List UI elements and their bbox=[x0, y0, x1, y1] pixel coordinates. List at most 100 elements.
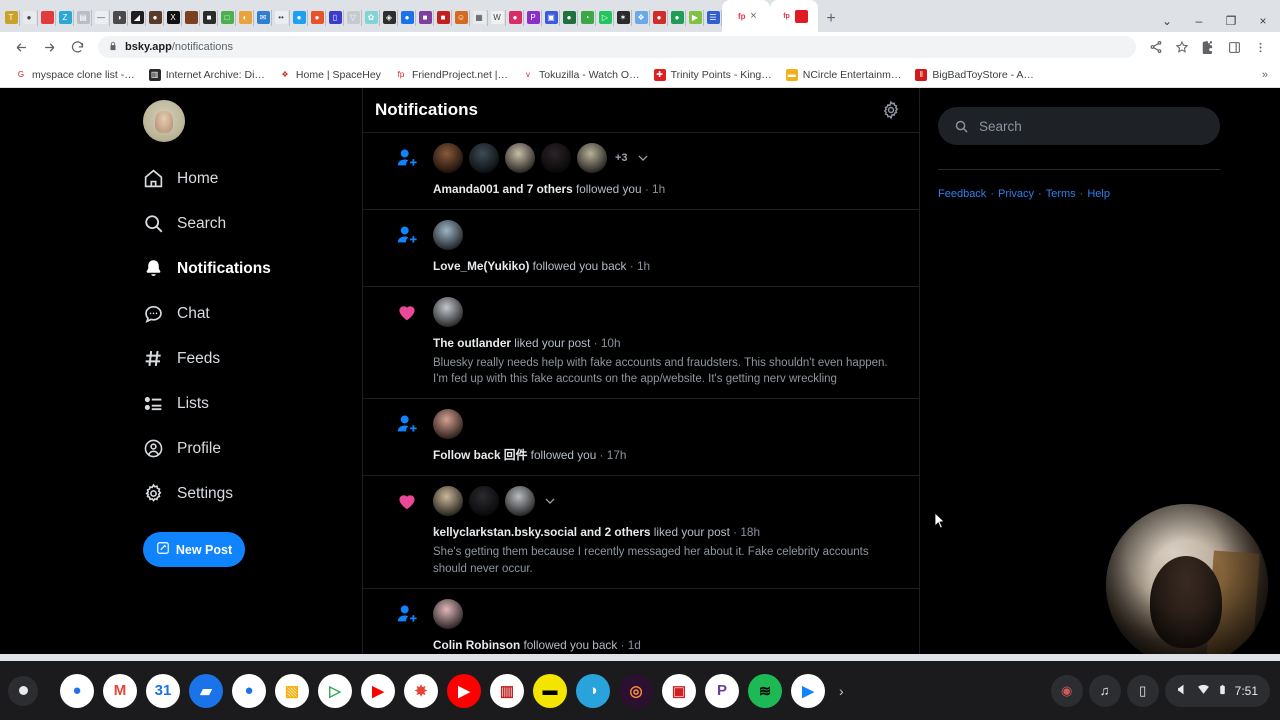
browser-tab-3[interactable] bbox=[38, 2, 56, 32]
minimize-button[interactable]: – bbox=[1184, 14, 1214, 28]
profile-avatar[interactable] bbox=[143, 100, 185, 142]
bookmark-myspace-clone-list[interactable]: Gmyspace clone list -… bbox=[8, 64, 142, 86]
new-tab-button[interactable]: + bbox=[818, 10, 844, 32]
footer-link-feedback[interactable]: Feedback bbox=[938, 188, 986, 200]
actor-name[interactable]: Colin Robinson bbox=[433, 638, 520, 652]
browser-tab-17[interactable]: ● bbox=[290, 2, 308, 32]
share-icon[interactable] bbox=[1144, 35, 1168, 59]
footer-link-help[interactable]: Help bbox=[1087, 188, 1110, 200]
shelf-app-chrome[interactable]: ● bbox=[60, 673, 94, 708]
notification-row[interactable]: kellyclarkstan.bsky.social and 2 others … bbox=[363, 476, 919, 589]
browser-tab-34[interactable]: ▷ bbox=[596, 2, 614, 32]
back-arrow-icon[interactable] bbox=[8, 34, 34, 60]
bookmark-bigbadtoystore[interactable]: ‖ BigBadToyStore - A… bbox=[908, 64, 1041, 86]
shelf-app-photos[interactable]: ✸ bbox=[404, 673, 438, 708]
side-panel-icon[interactable] bbox=[1222, 35, 1246, 59]
puzzle-piece-icon[interactable] bbox=[1196, 35, 1220, 59]
browser-tab-16[interactable]: •• bbox=[272, 2, 290, 32]
actor-name[interactable]: The outlander bbox=[433, 336, 511, 350]
browser-tab-37[interactable]: ● bbox=[650, 2, 668, 32]
chevron-down-icon[interactable] bbox=[543, 494, 557, 508]
bookmark-trinity-points[interactable]: ✚ Trinity Points - King… bbox=[647, 64, 779, 86]
browser-tab-40[interactable]: ☰ bbox=[704, 2, 722, 32]
browser-tab-13[interactable]: □ bbox=[218, 2, 236, 32]
maximize-button[interactable]: ❐ bbox=[1216, 14, 1246, 28]
screen-record-icon[interactable]: ◉ bbox=[1050, 674, 1083, 707]
shelf-app-spotify[interactable]: ≋ bbox=[748, 673, 782, 708]
media-controls-icon[interactable]: ♫ bbox=[1088, 674, 1121, 707]
chevron-down-icon[interactable] bbox=[636, 151, 650, 165]
shelf-app-bluesky[interactable]: ▶ bbox=[791, 673, 825, 708]
shelf-app-play-store[interactable]: ▷ bbox=[318, 673, 352, 708]
launcher-circle-icon[interactable] bbox=[8, 675, 38, 706]
sidebar-item-lists[interactable]: Lists bbox=[143, 381, 362, 426]
notification-row[interactable]: The outlander liked your post · 10h Blues… bbox=[363, 287, 919, 400]
shelf-app-calendar[interactable]: 31 bbox=[146, 673, 180, 708]
reload-icon[interactable] bbox=[64, 34, 90, 60]
browser-tab-7[interactable]: ◑ bbox=[110, 2, 128, 32]
shelf-app-radio[interactable]: ▣ bbox=[662, 673, 696, 708]
avatar[interactable] bbox=[505, 486, 535, 517]
browser-tab-4[interactable]: Z bbox=[56, 2, 74, 32]
star-icon[interactable] bbox=[1170, 35, 1194, 59]
actor-name[interactable]: Follow back 回件 bbox=[433, 448, 527, 462]
sidebar-item-feeds[interactable]: Feeds bbox=[143, 336, 362, 381]
avatar[interactable] bbox=[469, 486, 499, 517]
browser-tab-6[interactable]: — bbox=[92, 2, 110, 32]
new-post-button[interactable]: New Post bbox=[143, 532, 245, 567]
sidebar-item-notifications[interactable]: Notifications bbox=[143, 246, 362, 291]
sidebar-item-home[interactable]: Home bbox=[143, 156, 362, 201]
shelf-app-gmail[interactable]: M bbox=[103, 673, 137, 708]
sidebar-item-chat[interactable]: Chat bbox=[143, 291, 362, 336]
bookmark-ncircle[interactable]: ▬ NCircle Entertainm… bbox=[779, 64, 909, 86]
avatar[interactable] bbox=[505, 143, 535, 173]
bookmark-internet-archive[interactable]: ▥ Internet Archive: Di… bbox=[142, 64, 272, 86]
shelf-app-comics[interactable]: ▥ bbox=[490, 673, 524, 708]
browser-tab-18[interactable]: ● bbox=[308, 2, 326, 32]
avatar[interactable] bbox=[541, 143, 571, 173]
browser-tab-12[interactable]: ■ bbox=[200, 2, 218, 32]
shelf-app-browser-alt[interactable]: ◑ bbox=[576, 673, 610, 708]
bookmark-spacehey[interactable]: ❖ Home | SpaceHey bbox=[272, 64, 388, 86]
tab-search-icon[interactable]: ⌄ bbox=[1152, 14, 1182, 28]
browser-tab-33[interactable]: ◔ bbox=[578, 2, 596, 32]
browser-tab-21[interactable]: ✿ bbox=[362, 2, 380, 32]
browser-tab-36[interactable]: ❖ bbox=[632, 2, 650, 32]
footer-link-privacy[interactable]: Privacy bbox=[998, 188, 1034, 200]
shelf-app-slides[interactable]: ▧ bbox=[275, 673, 309, 708]
shelf-app-batman[interactable]: ▬ bbox=[533, 673, 567, 708]
search-input[interactable]: Search bbox=[938, 107, 1220, 145]
shelf-app-youtube[interactable]: ▶ bbox=[361, 673, 395, 708]
sidebar-item-profile[interactable]: Profile bbox=[143, 426, 362, 471]
avatar[interactable] bbox=[433, 486, 463, 517]
avatar[interactable] bbox=[433, 219, 463, 250]
shelf-app-youtube-music[interactable]: ▶ bbox=[447, 673, 481, 708]
address-bar[interactable]: bsky.app/notifications bbox=[98, 36, 1136, 58]
browser-tab-23[interactable]: ● bbox=[398, 2, 416, 32]
shelf-app-podcast[interactable]: ◎ bbox=[619, 673, 653, 708]
avatar[interactable] bbox=[433, 598, 463, 629]
browser-tab-15[interactable]: ✉ bbox=[254, 2, 272, 32]
notification-settings-gear-icon[interactable] bbox=[881, 100, 901, 120]
notification-row[interactable]: Love_Me(Yukiko) followed you back · 1h bbox=[363, 210, 919, 287]
browser-tab-20[interactable]: ▽ bbox=[344, 2, 362, 32]
avatar[interactable] bbox=[433, 409, 463, 440]
browser-tab-14[interactable]: ◐ bbox=[236, 2, 254, 32]
browser-tab-22[interactable]: ◈ bbox=[380, 2, 398, 32]
actor-name[interactable]: kellyclarkstan.bsky.social bbox=[433, 525, 577, 539]
browser-tab-24[interactable]: ■ bbox=[416, 2, 434, 32]
notification-row[interactable]: Follow back 回件 followed you · 17h bbox=[363, 399, 919, 477]
browser-tab-29[interactable]: ● bbox=[506, 2, 524, 32]
three-dot-menu-icon[interactable] bbox=[1248, 35, 1272, 59]
bookmark-friendproject[interactable]: fp FriendProject.net |… bbox=[388, 64, 515, 86]
browser-tab-8[interactable]: ◢ bbox=[128, 2, 146, 32]
shelf-expand-chevron-icon[interactable]: › bbox=[839, 683, 844, 699]
browser-tab-28[interactable]: W bbox=[488, 2, 506, 32]
bookmarks-overflow-icon[interactable]: » bbox=[1262, 69, 1272, 81]
avatar[interactable] bbox=[577, 143, 607, 173]
shelf-app-pandora[interactable]: P bbox=[705, 673, 739, 708]
browser-tab-10[interactable]: X bbox=[164, 2, 182, 32]
actor-name[interactable]: Love_Me(Yukiko) bbox=[433, 259, 529, 273]
browser-tab-27[interactable]: ▦ bbox=[470, 2, 488, 32]
avatar[interactable] bbox=[433, 143, 463, 173]
